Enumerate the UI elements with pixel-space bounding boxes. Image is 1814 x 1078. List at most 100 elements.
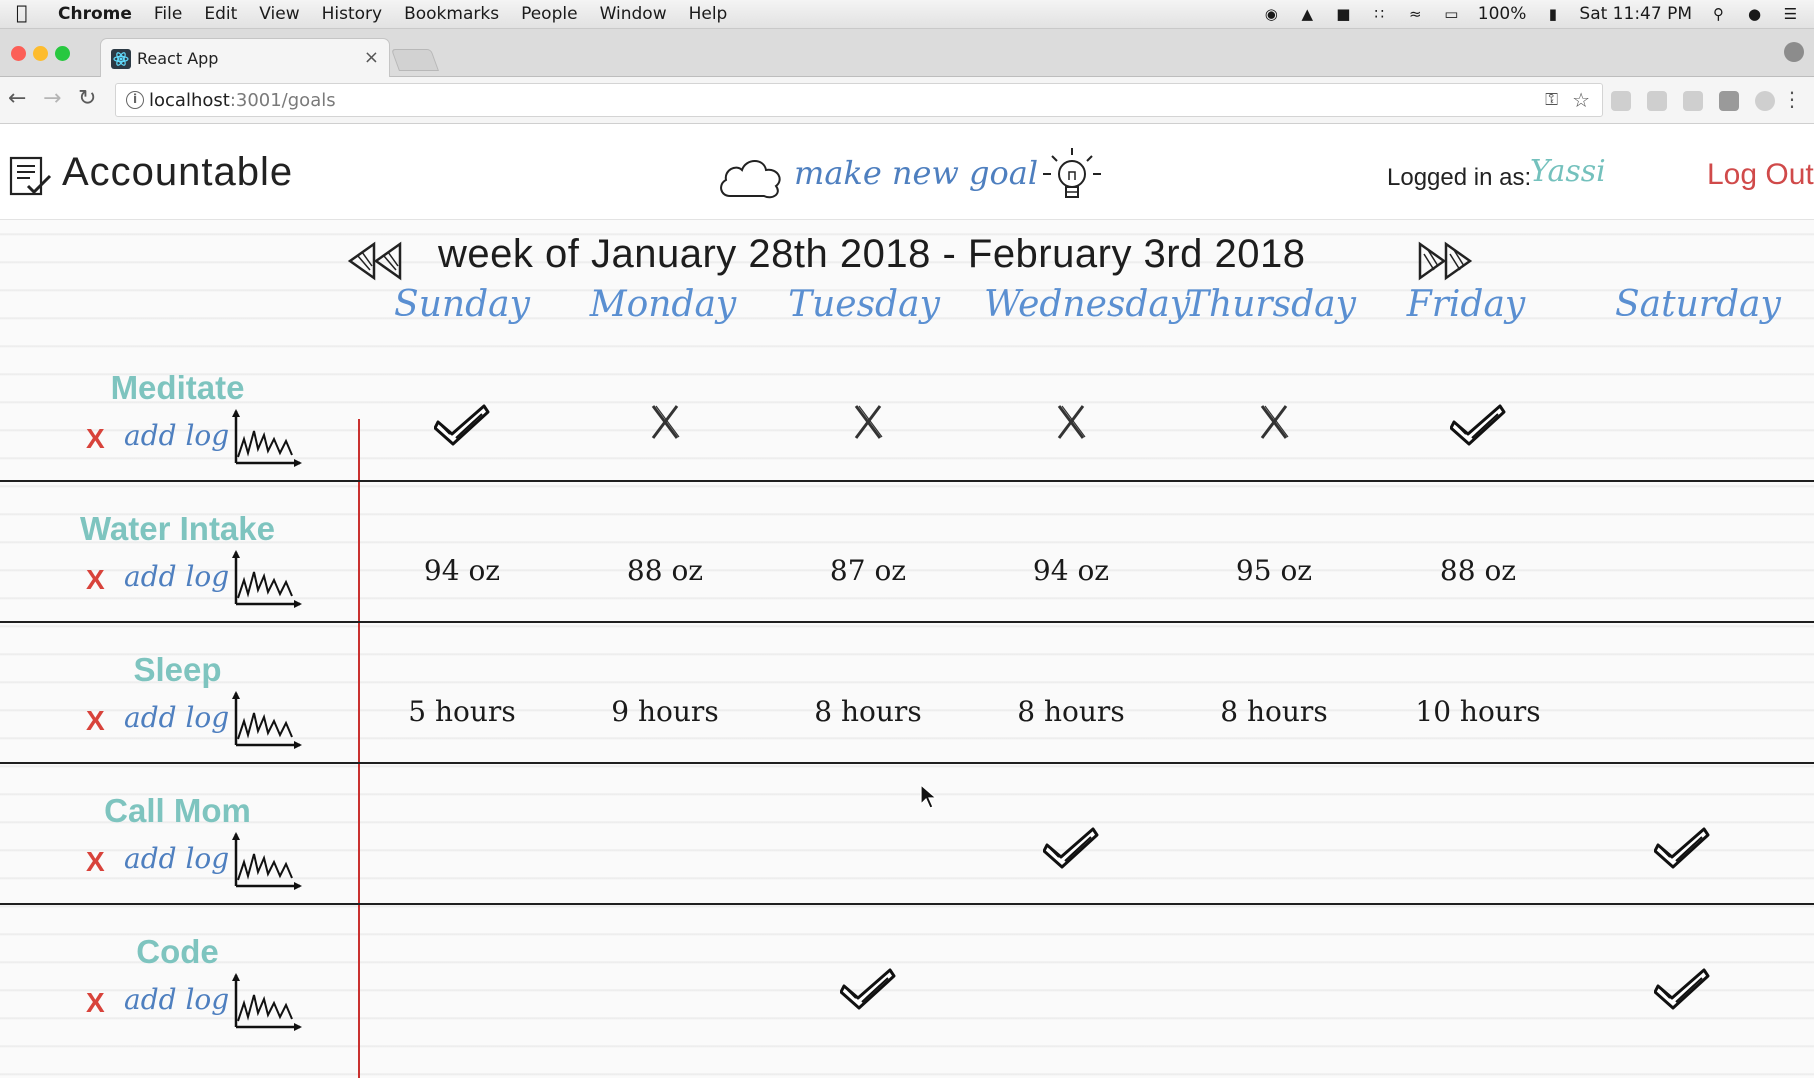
log-entry: 8 hours [814,695,922,728]
password-key-icon[interactable]: ⚿ [1545,90,1558,110]
menu-file[interactable]: File [154,4,182,24]
site-info-icon[interactable]: i [126,91,144,109]
delete-goal-button[interactable]: X [86,564,105,596]
macos-menubar:  Chrome File Edit View History Bookmark… [0,0,1814,29]
menu-people[interactable]: People [521,4,577,24]
new-tab-button[interactable] [390,49,440,71]
delete-goal-button[interactable]: X [86,705,105,737]
log-entry: 94 oz [423,554,501,587]
notebook-margin-line [358,419,360,1078]
extension-icon-1[interactable] [1611,91,1631,111]
extension-json-icon[interactable] [1647,91,1667,111]
bookmark-star-icon[interactable]: ☆ [1572,88,1590,112]
log-entry: 88 oz [1439,554,1517,587]
menu-history[interactable]: History [322,4,382,24]
menu-bookmarks[interactable]: Bookmarks [404,4,499,24]
log-entry: 9 hours [611,695,719,728]
delete-goal-button[interactable]: X [86,846,105,878]
goal-name[interactable]: Water Intake [0,510,355,548]
checkmark-icon [1654,968,1710,1010]
line-chart-icon[interactable] [232,832,304,892]
goal-name[interactable]: Code [0,933,355,971]
app-brand-title[interactable]: Accountable [62,150,293,195]
delete-goal-button[interactable]: X [86,987,105,1019]
menu-view[interactable]: View [259,4,299,24]
checkmark-icon [1043,827,1099,869]
tab-title: React App [137,49,219,68]
apple-icon[interactable]:  [16,2,27,24]
extension-react-icon[interactable] [1683,91,1703,111]
line-chart-icon[interactable] [232,973,304,1033]
add-log-button[interactable]: add log [124,983,229,1016]
extension-circle-icon[interactable] [1755,91,1775,111]
menu-window[interactable]: Window [600,4,667,24]
extension-clipboard-icon[interactable] [1719,91,1739,111]
add-log-button[interactable]: add log [124,560,229,593]
day-header-monday: Monday [589,284,737,325]
make-new-goal-link[interactable]: make new goal [794,154,1038,192]
line-chart-icon[interactable] [232,691,304,751]
evernote-icon[interactable]: ▲ [1298,5,1317,23]
row-divider [0,762,1814,764]
address-bar[interactable]: i localhost:3001/goals ⚿ ☆ [115,83,1603,117]
tab-close-icon[interactable]: × [364,47,379,68]
day-header-sunday: Sunday [394,284,530,325]
menu-edit[interactable]: Edit [204,4,237,24]
menubar-menu: Chrome File Edit View History Bookmarks … [58,4,727,24]
log-entry: 94 oz [1032,554,1110,587]
log-entry: 10 hours [1415,695,1541,728]
notification-center-icon[interactable]: ☰ [1781,5,1800,23]
spotlight-search-icon[interactable]: ⚲ [1709,5,1728,23]
log-entry: 8 hours [1220,695,1328,728]
goal-name[interactable]: Meditate [0,369,355,407]
checkmark-icon [1450,404,1506,446]
checklist-icon [9,156,52,196]
checkmark-icon [840,968,896,1010]
back-arrow-icon[interactable]: ← [8,86,26,111]
window-zoom-button[interactable] [55,46,70,61]
chrome-menu-icon[interactable]: ⋮ [1782,87,1802,111]
goal-name[interactable]: Sleep [0,651,355,689]
line-chart-icon[interactable] [232,409,304,469]
lightbulb-icon[interactable] [1040,144,1104,210]
forward-arrow-icon[interactable]: → [43,86,61,111]
menubar-status-area: ◉ ▲ ■ ∷ ≈ ▭ 100% ▮ Sat 11:47 PM ⚲ ● ☰ [1262,4,1800,24]
window-minimize-button[interactable] [33,46,48,61]
hat-icon[interactable]: ■ [1334,5,1353,23]
reload-icon[interactable]: ↻ [78,86,96,111]
x-mark-icon [1057,405,1086,439]
cloud-icon[interactable] [716,152,786,202]
row-divider [0,480,1814,482]
add-log-button[interactable]: add log [124,419,229,452]
rewind-icon[interactable] [346,240,404,282]
day-header-thursday: Thursday [1185,284,1356,325]
window-close-button[interactable] [11,46,26,61]
x-mark-icon [651,405,680,439]
bluetooth-icon[interactable]: ∷ [1370,5,1389,23]
record-icon[interactable]: ◉ [1262,5,1281,23]
checkmark-icon [434,404,490,446]
day-header-tuesday: Tuesday [788,284,940,325]
goal-name[interactable]: Call Mom [0,792,355,830]
log-out-button[interactable]: Log Out [1707,158,1814,192]
day-header-wednesday: Wednesday [984,284,1191,325]
react-favicon-icon [111,49,131,69]
add-log-button[interactable]: add log [124,701,229,734]
log-entry: 95 oz [1235,554,1313,587]
line-chart-icon[interactable] [232,550,304,610]
browser-tab-active[interactable]: React App × [100,38,390,78]
battery-icon[interactable]: ▮ [1543,5,1562,23]
wifi-icon[interactable]: ≈ [1406,5,1425,23]
x-mark-icon [1260,405,1289,439]
delete-goal-button[interactable]: X [86,423,105,455]
siri-icon[interactable]: ● [1745,5,1764,23]
menu-app-name[interactable]: Chrome [58,4,132,24]
username: Yassi [1530,154,1606,189]
clock[interactable]: Sat 11:47 PM [1579,4,1692,24]
airplay-icon[interactable]: ▭ [1442,5,1461,23]
add-log-button[interactable]: add log [124,842,229,875]
profile-icon[interactable] [1784,42,1804,62]
menu-help[interactable]: Help [689,4,728,24]
log-entry: 88 oz [626,554,704,587]
fast-forward-icon[interactable] [1416,240,1474,282]
